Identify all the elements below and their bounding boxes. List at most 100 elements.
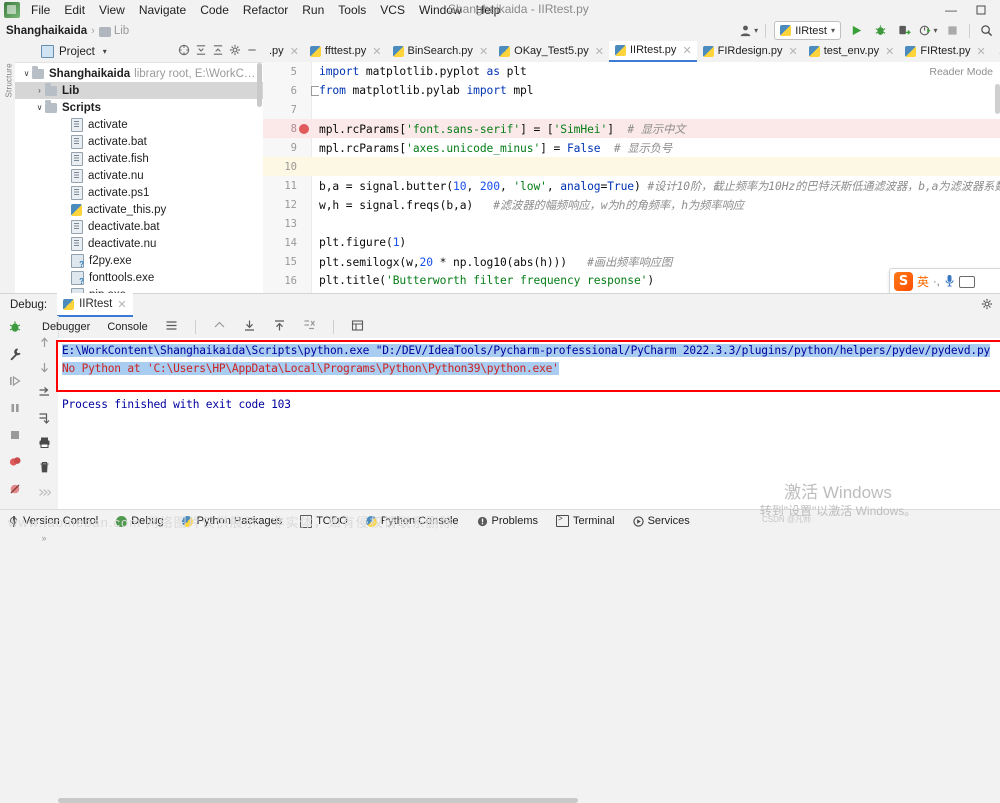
tab-overflow-chevron-icon[interactable]: ⌄: [991, 42, 1000, 62]
pause-icon[interactable]: [8, 401, 22, 418]
code-fold-icon[interactable]: [311, 86, 319, 96]
keyboard-icon[interactable]: [958, 275, 975, 288]
status-bar-item-terminal[interactable]: Terminal: [547, 510, 624, 532]
debug-icon[interactable]: [869, 21, 892, 40]
status-bar-item-problems[interactable]: Problems: [468, 510, 547, 532]
tree-expand-arrow[interactable]: ›: [34, 86, 45, 95]
step-down-icon[interactable]: [38, 361, 51, 377]
target-icon[interactable]: [178, 44, 190, 59]
table-icon[interactable]: [347, 318, 368, 336]
status-bar-item-debug[interactable]: Debug: [107, 510, 172, 532]
tree-item[interactable]: activate_this.py: [15, 201, 263, 218]
code-line[interactable]: 6 from matplotlib.pylab import mpl: [263, 81, 1000, 100]
rail-label-structure[interactable]: Structure: [5, 42, 14, 97]
code-line[interactable]: 11 b,a = signal.butter(10, 200, 'low', an…: [263, 176, 1000, 195]
scroll-to-end-icon[interactable]: [239, 318, 260, 336]
close-icon[interactable]: ✕: [479, 45, 488, 58]
menu-item-edit[interactable]: Edit: [57, 1, 92, 19]
expand-icon[interactable]: [212, 44, 224, 59]
microphone-icon[interactable]: [944, 274, 955, 290]
menu-item-run[interactable]: Run: [295, 1, 331, 19]
status-bar-item-todo[interactable]: TODO: [291, 510, 357, 532]
close-icon[interactable]: ✕: [595, 45, 604, 58]
stop-button[interactable]: [941, 21, 964, 40]
step-up-icon[interactable]: [38, 336, 51, 352]
user-icon[interactable]: ▾: [737, 21, 760, 40]
step-over-icon[interactable]: [38, 386, 51, 402]
stop-icon[interactable]: [8, 428, 22, 445]
debug-session-tab[interactable]: IIRtest ✕: [57, 293, 133, 317]
close-icon[interactable]: ✕: [117, 298, 126, 311]
breakpoint-icon[interactable]: [299, 123, 309, 134]
tree-item[interactable]: deactivate.bat: [15, 218, 263, 235]
minimize-button[interactable]: —: [936, 0, 966, 20]
collapse-icon[interactable]: [195, 44, 207, 59]
tab-debugger[interactable]: Debugger: [38, 320, 94, 334]
project-scrollbar[interactable]: [257, 63, 262, 107]
tree-item[interactable]: f2py.exe: [15, 252, 263, 269]
console-output[interactable]: E:\WorkContent\Shanghaikaida\Scripts\pyt…: [58, 338, 1000, 510]
menu-item-tools[interactable]: Tools: [331, 1, 373, 19]
menu-item-file[interactable]: File: [24, 1, 57, 19]
tree-expand-arrow[interactable]: ∨: [21, 69, 32, 78]
code-line[interactable]: 7: [263, 100, 1000, 119]
tree-item[interactable]: deactivate.nu: [15, 235, 263, 252]
code-line[interactable]: 8 mpl.rcParams['font.sans-serif'] = ['Sim…: [263, 119, 1000, 138]
sogou-logo-icon[interactable]: S: [894, 272, 913, 291]
editor-tab[interactable]: FIRdesign.py ✕: [697, 41, 803, 62]
status-bar-item-services[interactable]: Services: [624, 510, 699, 532]
menu-item-view[interactable]: View: [92, 1, 132, 19]
wrench-icon[interactable]: [8, 347, 22, 364]
run-configuration-selector[interactable]: IIRtest ▾: [774, 21, 841, 40]
search-icon[interactable]: [975, 21, 998, 40]
gear-icon[interactable]: [229, 44, 241, 59]
editor-tab[interactable]: BinSearch.py ✕: [387, 41, 494, 62]
close-icon[interactable]: ✕: [682, 44, 691, 57]
code-line[interactable]: 9 mpl.rcParams['axes.unicode_minus'] = Fa…: [263, 138, 1000, 157]
more-nav-icon[interactable]: »: [41, 533, 46, 543]
tree-item[interactable]: activate.nu: [15, 167, 263, 184]
breadcrumb-project[interactable]: Shanghaikaida: [6, 25, 87, 37]
mute-breakpoints-icon[interactable]: [8, 482, 22, 499]
soft-wrap-icon[interactable]: [209, 318, 230, 336]
tree-item[interactable]: activate.fish: [15, 150, 263, 167]
code-line[interactable]: 10: [263, 157, 1000, 176]
editor-tab[interactable]: OKay_Test5.py ✕: [493, 41, 609, 62]
menu-item-refactor[interactable]: Refactor: [236, 1, 295, 19]
run-coverage-icon[interactable]: [893, 21, 916, 40]
editor-tab[interactable]: test_env.py ✕: [803, 41, 900, 62]
tree-item[interactable]: activate: [15, 116, 263, 133]
minimize-panel-icon[interactable]: [246, 44, 258, 59]
run-button[interactable]: [845, 21, 868, 40]
scroll-to-top-icon[interactable]: [269, 318, 290, 336]
close-icon[interactable]: ✕: [372, 45, 381, 58]
editor-tab[interactable]: .py ✕: [263, 41, 304, 62]
tree-item[interactable]: fonttools.exe: [15, 269, 263, 286]
resume-program-icon[interactable]: [8, 374, 22, 391]
console-horizontal-scrollbar[interactable]: [58, 798, 578, 803]
close-console-icon[interactable]: [299, 318, 320, 336]
tree-expand-arrow[interactable]: ∨: [34, 103, 45, 112]
editor-tab[interactable]: ffttest.py ✕: [304, 41, 387, 62]
gear-icon[interactable]: [981, 298, 993, 313]
tree-item[interactable]: activate.bat: [15, 133, 263, 150]
breakpoints-icon[interactable]: [8, 455, 22, 472]
tree-item[interactable]: › Lib: [15, 82, 263, 99]
close-icon[interactable]: ✕: [976, 45, 985, 58]
tree-item[interactable]: activate.ps1: [15, 184, 263, 201]
close-icon[interactable]: ✕: [788, 45, 797, 58]
tree-item[interactable]: ∨ Scripts: [15, 99, 263, 116]
ime-language-toggle[interactable]: 英: [917, 273, 929, 290]
ime-punctuation-toggle[interactable]: ·,: [933, 276, 940, 288]
close-icon[interactable]: ✕: [885, 45, 894, 58]
layout-icon[interactable]: [161, 318, 182, 336]
tab-console[interactable]: Console: [103, 320, 151, 334]
code-editor[interactable]: Reader Mode 5 import matplotlib.pyplot as…: [263, 62, 1000, 293]
editor-tab[interactable]: IIRtest.py ✕: [608, 41, 697, 62]
chevron-down-icon[interactable]: ▾: [103, 47, 107, 56]
maximize-button[interactable]: [966, 0, 996, 20]
editor-scrollbar[interactable]: [995, 84, 1000, 114]
code-line[interactable]: 13: [263, 214, 1000, 233]
code-line[interactable]: 14 plt.figure(1): [263, 233, 1000, 252]
status-bar-item-version-control[interactable]: Version Control: [0, 510, 107, 532]
